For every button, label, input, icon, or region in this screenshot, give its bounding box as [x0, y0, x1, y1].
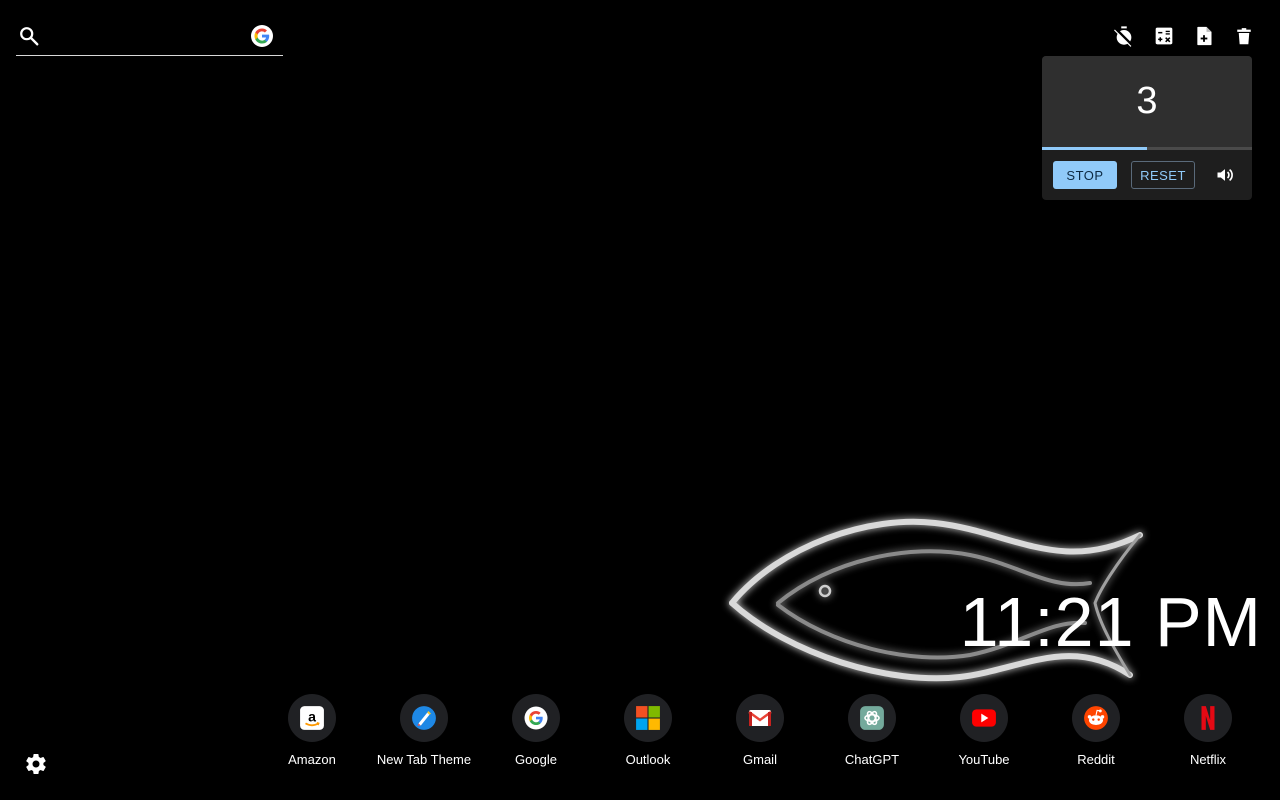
- stop-button[interactable]: STOP: [1053, 161, 1117, 189]
- amazon-icon: a: [288, 694, 336, 742]
- chatgpt-icon: [848, 694, 896, 742]
- delete-icon[interactable]: [1232, 24, 1256, 48]
- gmail-icon: [736, 694, 784, 742]
- volume-icon[interactable]: [1215, 165, 1235, 185]
- youtube-icon: [960, 694, 1008, 742]
- shortcut-netflix[interactable]: Netflix: [1152, 694, 1264, 767]
- google-icon: [512, 694, 560, 742]
- shortcut-label: New Tab Theme: [376, 752, 472, 767]
- note-add-icon[interactable]: [1192, 24, 1216, 48]
- microsoft-icon: [624, 694, 672, 742]
- shortcut-label: Gmail: [743, 752, 777, 767]
- search-icon[interactable]: [18, 25, 40, 47]
- google-icon[interactable]: [251, 25, 273, 47]
- shortcut-amazon[interactable]: a Amazon: [256, 694, 368, 767]
- reddit-icon: [1072, 694, 1120, 742]
- timer-widget: 3 STOP RESET: [1042, 56, 1252, 200]
- search-bar: [16, 18, 283, 56]
- shortcuts-bar: a Amazon New Tab Theme Google Outlook Gm…: [256, 694, 1264, 767]
- clock: 11:21 PM: [959, 583, 1262, 661]
- toolbar: [1112, 24, 1256, 48]
- new-tab-theme-icon: [400, 694, 448, 742]
- shortcut-label: Reddit: [1077, 752, 1115, 767]
- svg-text:a: a: [308, 708, 316, 724]
- shortcut-reddit[interactable]: Reddit: [1040, 694, 1152, 767]
- shortcut-label: Netflix: [1189, 752, 1227, 767]
- shortcut-gmail[interactable]: Gmail: [704, 694, 816, 767]
- shortcut-google[interactable]: Google: [480, 694, 592, 767]
- shortcut-label: Outlook: [625, 752, 671, 767]
- shortcut-label: YouTube: [958, 752, 1010, 767]
- timer-off-icon[interactable]: [1112, 24, 1136, 48]
- timer-display: 3: [1042, 56, 1252, 147]
- shortcut-label: Google: [515, 752, 557, 767]
- shortcut-outlook[interactable]: Outlook: [592, 694, 704, 767]
- search-input[interactable]: [50, 24, 254, 50]
- shortcut-label: ChatGPT: [844, 752, 900, 767]
- shortcut-youtube[interactable]: YouTube: [928, 694, 1040, 767]
- gear-icon[interactable]: [24, 752, 48, 776]
- reset-button[interactable]: RESET: [1131, 161, 1195, 189]
- timer-controls: STOP RESET: [1042, 150, 1252, 200]
- calculator-icon[interactable]: [1152, 24, 1176, 48]
- netflix-icon: [1184, 694, 1232, 742]
- shortcut-new-tab-theme[interactable]: New Tab Theme: [368, 694, 480, 767]
- shortcut-chatgpt[interactable]: ChatGPT: [816, 694, 928, 767]
- shortcut-label: Amazon: [288, 752, 336, 767]
